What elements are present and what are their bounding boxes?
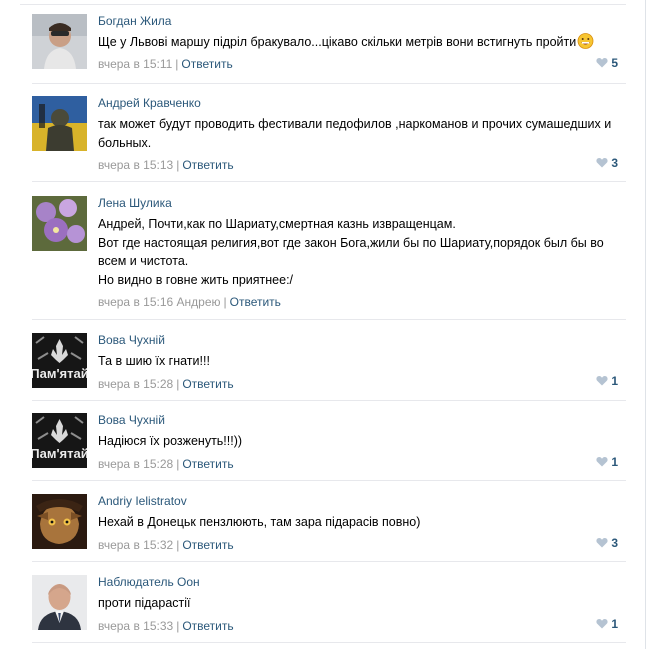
heart-icon (596, 58, 608, 68)
reply-button[interactable]: Ответить (181, 57, 232, 71)
reply-button[interactable]: Ответить (182, 457, 233, 471)
comment-text: так может будут проводить фестивали педо… (98, 115, 618, 152)
comment-line: Надіюся їх розженуть!!!)) (98, 434, 243, 448)
comment-item: Андрей Кравченко так может будут проводи… (30, 96, 626, 182)
author-name[interactable]: Лена Шулика (98, 196, 618, 210)
like-count: 1 (611, 374, 618, 388)
timestamp[interactable]: вчера в 15:28 (98, 457, 173, 471)
comment-item: Пам'ятай Вова Чухній Та в шию їх гнати!!… (30, 333, 626, 401)
reply-button[interactable]: Ответить (230, 295, 281, 309)
timestamp[interactable]: вчера в 15:13 (98, 158, 173, 172)
avatar-caption: Пам'ятай (32, 366, 87, 381)
comment-line: Вот где настоящая религия,вот где закон … (98, 235, 604, 250)
comment-text: Нехай в Донецьк пензлюють, там зара піда… (98, 513, 618, 532)
comment-line: Андрей, Почти,как по Шариату,смертная ка… (98, 217, 456, 231)
heart-icon (596, 538, 608, 548)
comment-text: проти підарастії (98, 594, 618, 613)
comment-meta: вчера в 15:28 | Ответить (98, 456, 234, 471)
comment-meta: вчера в 15:13 | Ответить (98, 158, 234, 172)
timestamp[interactable]: вчера в 15:11 (98, 57, 172, 71)
author-name[interactable]: Вова Чухній (98, 333, 618, 347)
avatar[interactable] (32, 494, 87, 549)
like-count: 1 (611, 455, 618, 469)
author-name[interactable]: Andriy Ielistratov (98, 494, 618, 508)
comment-line: проти підарастії (98, 596, 191, 610)
comment-meta: вчера в 15:16 Андрею | Ответить (98, 295, 281, 309)
like-count: 5 (611, 56, 618, 70)
avatar-caption: Пам'ятай (32, 446, 87, 461)
comment-line: Но видно в говне жить приятнее:/ (98, 272, 294, 287)
comment-text: Та в шию їх гнати!!! (98, 352, 618, 371)
comment-meta: вчера в 15:33 | Ответить (98, 618, 234, 633)
like-button[interactable]: 3 (596, 536, 618, 550)
comment-line: всем и чистота. (98, 254, 189, 268)
heart-icon (596, 376, 608, 386)
like-count: 3 (611, 536, 618, 550)
comment-item: Andriy Ielistratov Нехай в Донецьк пензл… (30, 494, 626, 562)
reply-button[interactable]: Ответить (182, 538, 233, 552)
author-name[interactable]: Андрей Кравченко (98, 96, 618, 110)
comment-line: Ще у Львові маршу підріл бракувало...цік… (98, 35, 577, 49)
comment-line: Нехай в Донецьк пензлюють, там зара піда… (98, 515, 421, 529)
comment-item: Лена Шулика Андрей, Почти,как по Шариату… (30, 196, 626, 320)
comment-item: Пам'ятай Вова Чухній Надіюся їх розженут… (30, 413, 626, 481)
comment-text: Надіюся їх розженуть!!!)) (98, 432, 618, 451)
avatar[interactable] (32, 96, 87, 151)
comment-line: так может будут проводить фестивали педо… (98, 117, 612, 131)
reply-button[interactable]: Ответить (182, 377, 233, 391)
like-button[interactable]: 1 (596, 455, 618, 469)
grinning-face-emoji-icon (577, 33, 594, 49)
like-count: 1 (611, 617, 618, 631)
reply-button[interactable]: Ответить (182, 158, 233, 172)
reply-button[interactable]: Ответить (182, 619, 233, 633)
avatar[interactable] (32, 14, 87, 69)
comment-meta: вчера в 15:28 | Ответить (98, 376, 234, 391)
avatar[interactable] (32, 575, 87, 630)
author-name[interactable]: Богдан Жила (98, 14, 618, 28)
author-name[interactable]: Наблюдатель Оон (98, 575, 618, 589)
like-button[interactable]: 3 (596, 156, 618, 170)
comment-line: больных. (98, 135, 152, 150)
comment-meta: вчера в 15:11 | Ответить (98, 56, 233, 71)
like-button[interactable]: 1 (596, 374, 618, 388)
reply-to[interactable]: Андрею (177, 295, 221, 309)
comments-panel: Богдан Жила Ще у Львові маршу підріл бра… (0, 0, 646, 649)
timestamp[interactable]: вчера в 15:32 (98, 538, 173, 552)
comment-meta: вчера в 15:32 | Ответить (98, 537, 234, 552)
heart-icon (596, 158, 608, 168)
avatar[interactable]: Пам'ятай (32, 333, 87, 388)
top-divider (20, 4, 626, 5)
timestamp[interactable]: вчера в 15:16 (98, 295, 173, 309)
avatar[interactable] (32, 196, 87, 251)
avatar[interactable]: Пам'ятай (32, 413, 87, 468)
author-name[interactable]: Вова Чухній (98, 413, 618, 427)
like-button[interactable]: 5 (596, 56, 618, 70)
comment-text: Андрей, Почти,как по Шариату,смертная ка… (98, 215, 618, 289)
timestamp[interactable]: вчера в 15:28 (98, 377, 173, 391)
comment-item: Богдан Жила Ще у Львові маршу підріл бра… (30, 14, 626, 84)
comment-item: Наблюдатель Оон проти підарастії вчера в… (30, 575, 626, 643)
heart-icon (596, 619, 608, 629)
like-count: 3 (611, 156, 618, 170)
comment-line: Та в шию їх гнати!!! (98, 354, 210, 368)
heart-icon (596, 457, 608, 467)
like-button[interactable]: 1 (596, 617, 618, 631)
timestamp[interactable]: вчера в 15:33 (98, 619, 173, 633)
comment-text: Ще у Львові маршу підріл бракувало...цік… (98, 33, 618, 52)
